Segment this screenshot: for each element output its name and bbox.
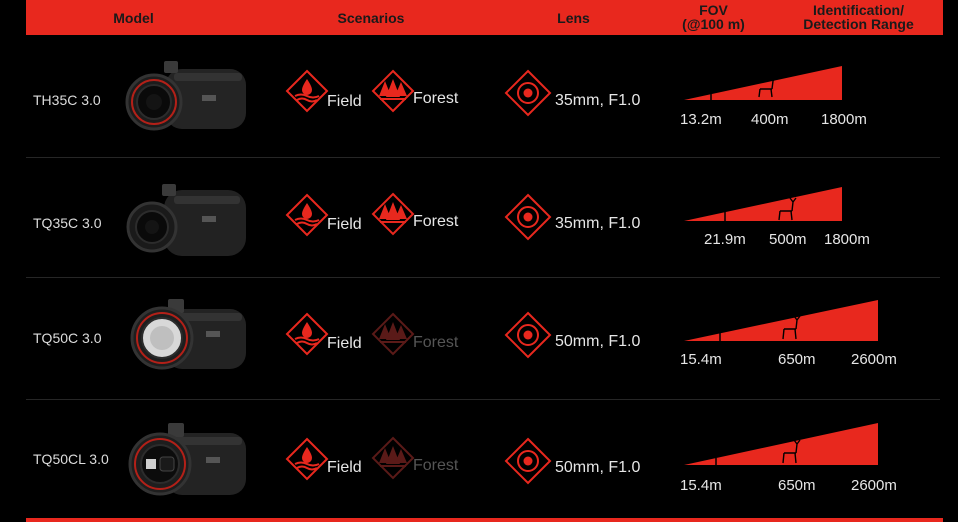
table-row: TQ50C 3.0 Field Forest 50mm, F1.0 15.4m … — [26, 279, 940, 400]
detection-range: 1800m — [824, 231, 870, 248]
header-fov: FOV (@100 m) — [666, 3, 761, 31]
forest-icon — [371, 312, 415, 356]
scenario-field-label: Field — [327, 93, 362, 110]
range-wedge — [684, 66, 842, 100]
detection-range: 2600m — [851, 351, 897, 368]
lens-spec: 35mm, F1.0 — [555, 215, 641, 232]
scenario-field-label: Field — [327, 216, 362, 233]
lens-icon — [504, 193, 552, 241]
fov-value: 15.4m — [680, 477, 722, 494]
header-range-line2: Detection Range — [803, 16, 914, 32]
forest-icon — [371, 192, 415, 236]
identification-range: 400m — [751, 111, 789, 128]
thermal-scope-image — [125, 61, 246, 131]
field-icon — [285, 193, 329, 237]
fov-value: 21.9m — [704, 231, 746, 248]
thermal-scope-image — [126, 184, 246, 256]
forest-icon — [371, 436, 415, 480]
detection-range: 1800m — [821, 111, 867, 128]
field-icon — [285, 437, 329, 481]
scenario-forest-label: Forest — [413, 457, 459, 474]
lens-icon — [504, 69, 552, 117]
range-wedge — [684, 187, 842, 221]
lens-spec: 50mm, F1.0 — [555, 459, 641, 476]
scenario-field-label: Field — [327, 459, 362, 476]
detection-range: 2600m — [851, 477, 897, 494]
bottom-accent-bar — [26, 518, 943, 522]
model-name: TQ35C 3.0 — [33, 215, 102, 231]
identification-range: 650m — [778, 477, 816, 494]
fov-value: 15.4m — [680, 351, 722, 368]
header-fov-line1: FOV — [699, 2, 728, 18]
scenario-field-label: Field — [327, 335, 362, 352]
lens-icon — [504, 437, 552, 485]
table-row: TQ35C 3.0 Field Forest 35mm, F1.0 21.9m … — [26, 157, 940, 278]
header-lens: Lens — [557, 10, 590, 26]
header-range: Identification/ Detection Range — [786, 3, 931, 31]
header-model: Model — [113, 10, 154, 26]
fov-value: 13.2m — [680, 111, 722, 128]
identification-range: 500m — [769, 231, 807, 248]
table-row: TH35C 3.0 Field Forest 35mm, F1.0 13.2m … — [26, 37, 940, 158]
header-fov-line2: (@100 m) — [682, 16, 745, 32]
lens-spec: 50mm, F1.0 — [555, 333, 641, 350]
table-header: Model Scenarios Lens FOV (@100 m) Identi… — [26, 0, 943, 35]
table-row: TQ50CL 3.0 Field Forest 50mm, F1.0 15.4m… — [26, 401, 940, 521]
forest-icon — [371, 69, 415, 113]
thermal-scope-image — [128, 423, 246, 496]
field-icon — [285, 312, 329, 356]
thermal-scope-image — [130, 299, 246, 370]
identification-range: 650m — [778, 351, 816, 368]
scenario-forest-label: Forest — [413, 90, 459, 107]
scenario-forest-label: Forest — [413, 213, 459, 230]
lens-spec: 35mm, F1.0 — [555, 92, 641, 109]
scenario-forest-label: Forest — [413, 334, 459, 351]
field-icon — [285, 69, 329, 113]
model-name: TQ50CL 3.0 — [33, 451, 109, 467]
range-wedge — [684, 423, 878, 465]
lens-icon — [504, 311, 552, 359]
header-range-line1: Identification/ — [813, 2, 904, 18]
model-name: TH35C 3.0 — [33, 92, 101, 108]
model-name: TQ50C 3.0 — [33, 330, 102, 346]
range-wedge — [684, 300, 878, 341]
header-scenarios: Scenarios — [337, 10, 405, 26]
